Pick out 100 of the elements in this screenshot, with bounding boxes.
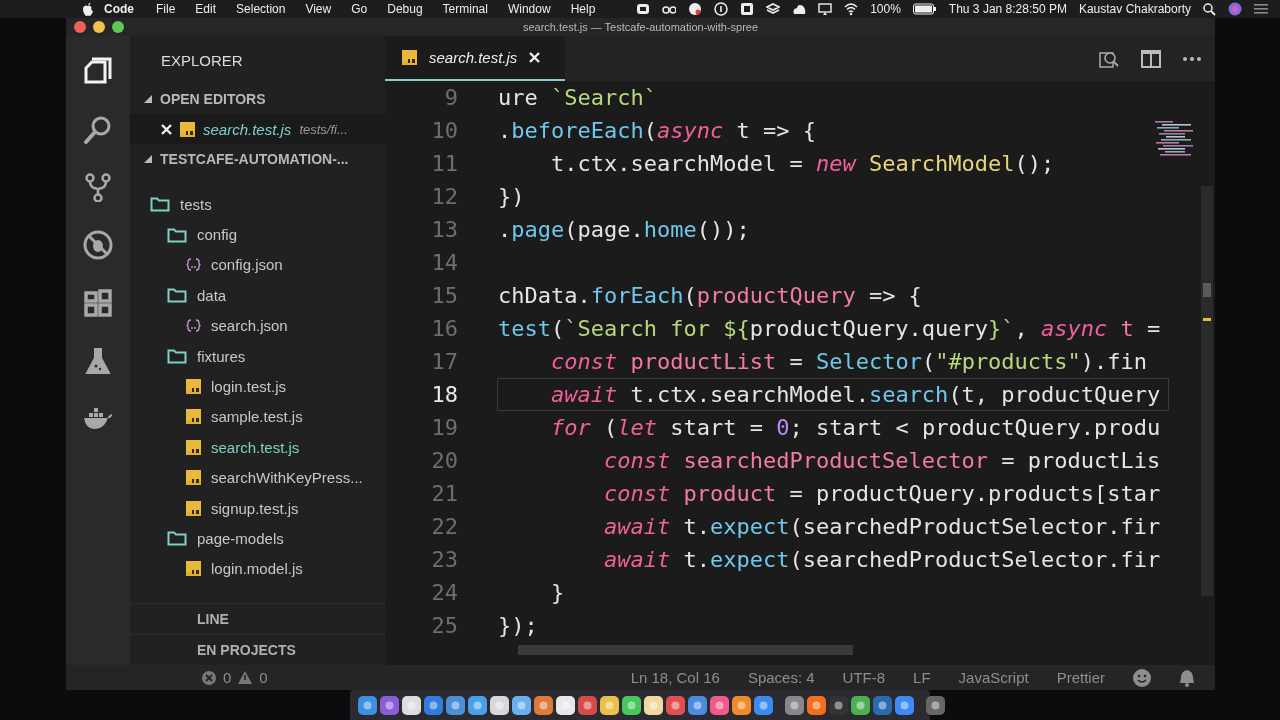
zoom-window-button[interactable] [112,21,124,33]
menu-item[interactable]: Selection [226,2,296,16]
apple-logo-icon[interactable] [82,2,94,16]
line-number: 9 [443,85,458,110]
battery-percentage: 100% [870,2,901,16]
folder-icon [167,226,187,243]
app-icon[interactable] [600,695,619,715]
status-item[interactable]: Ln 18, Col 16 [630,669,720,686]
editor-tab[interactable]: search.test.js [385,36,565,81]
close-icon[interactable] [161,123,172,135]
folder-tree-item[interactable]: tests [180,195,212,213]
section-header[interactable]: OPEN EDITORS [160,91,266,107]
files-icon[interactable] [83,56,113,86]
user-name[interactable]: Kaustav Chakraborty [1078,2,1191,16]
menu-item[interactable]: Edit [185,2,227,16]
app-icon[interactable] [785,695,804,715]
file-tree-item[interactable]: search.json [211,317,288,335]
menu-item[interactable]: Terminal [432,2,498,16]
app-icon[interactable] [732,695,751,715]
app-icon[interactable] [807,695,826,715]
more-actions-icon[interactable] [1183,56,1201,61]
split-editor-icon[interactable] [1141,49,1161,68]
app-icon[interactable] [851,695,870,715]
folder-tree-item[interactable]: page-models [197,530,284,547]
app-icon[interactable] [578,695,597,715]
collapse-triangle-icon[interactable] [144,155,152,163]
scrollbar-track[interactable] [1201,186,1213,596]
code-line: .page(page.home()); [498,217,750,242]
smiley-icon[interactable] [1133,668,1151,687]
json-file-icon [186,257,201,273]
app-icon[interactable] [688,695,707,715]
error-icon[interactable] [202,670,216,685]
search-icon[interactable] [1203,2,1216,16]
app-icon[interactable] [622,695,641,715]
folder-icon [167,530,187,547]
error-count[interactable]: 0 [223,669,232,686]
collapse-triangle-icon[interactable] [144,95,152,103]
folder-tree-item[interactable]: fixtures [197,347,246,365]
file-tree-item[interactable]: login.model.js [211,560,303,578]
status-item[interactable]: JavaScript [958,669,1029,686]
search-icon[interactable] [83,114,113,144]
file-tree-item[interactable]: sample.test.js [211,408,303,426]
debug-icon[interactable] [83,230,113,260]
app-icon[interactable] [534,695,553,715]
horizontal-scrollbar-thumb[interactable] [518,645,853,655]
menu-item[interactable]: View [295,2,342,16]
close-window-button[interactable] [74,21,86,33]
folder-tree-item[interactable]: data [197,286,227,304]
app-icon[interactable] [446,695,465,715]
app-icon[interactable] [644,695,663,715]
app-icon[interactable] [424,695,443,715]
app-icon[interactable] [895,695,914,715]
status-item[interactable]: LF [913,669,931,686]
list-icon[interactable] [1254,3,1268,15]
siri-icon[interactable] [1228,2,1242,16]
app-icon[interactable] [754,695,773,715]
minimize-window-button[interactable] [93,21,105,33]
section-header[interactable]: TESTCAFE-AUTOMATION-... [160,151,349,167]
source-control-icon[interactable] [83,172,113,202]
warning-count[interactable]: 0 [259,669,268,686]
app-icon[interactable] [926,695,945,715]
close-icon[interactable] [529,52,541,63]
file-tree-item[interactable]: config.json [211,256,283,274]
menu-item[interactable]: Window [497,2,561,16]
line-number: 15 [430,283,458,308]
status-item[interactable]: UTF-8 [842,669,886,686]
app-icon[interactable] [402,695,421,715]
menu-clock[interactable]: Thu 3 Jan 8:28:50 PM [948,2,1067,16]
menu-item[interactable]: Debug [377,2,433,16]
file-tree-item[interactable]: searchWithKeyPress... [211,469,363,487]
extensions-icon[interactable] [83,288,113,318]
section-header[interactable]: LINE [197,611,229,627]
app-icon[interactable] [490,695,509,715]
file-tree-item[interactable]: search.test.js [211,438,300,456]
section-header[interactable]: EN PROJECTS [197,642,296,658]
folder-tree-item[interactable]: config [197,226,238,244]
app-icon[interactable] [710,695,729,715]
menu-item[interactable]: Help [560,2,606,16]
code-line: const product = productQuery.products[star [602,481,1161,506]
flask-icon[interactable] [83,346,113,376]
app-icon[interactable] [468,695,487,715]
app-icon[interactable] [873,695,892,715]
file-tree-item[interactable]: signup.test.js [211,499,299,517]
menu-item[interactable]: File [146,2,186,16]
status-item[interactable]: Prettier [1056,669,1105,686]
app-icon[interactable] [380,695,399,715]
bell-icon[interactable] [1179,668,1195,687]
app-icon[interactable] [666,695,685,715]
code-line: const searchedProductSelector = productLis [602,448,1161,473]
status-item[interactable]: Spaces: 4 [747,669,815,686]
open-editor-item[interactable]: search.test.js [203,120,292,138]
js-file-icon [186,439,201,455]
line-number: 14 [430,250,458,275]
app-menu[interactable]: Code [94,2,146,16]
menu-item[interactable]: Go [341,2,378,16]
app-icon[interactable] [556,695,575,715]
app-icon[interactable] [358,695,377,715]
warning-icon[interactable] [238,671,253,684]
app-icon[interactable] [512,695,531,715]
file-tree-item[interactable]: login.test.js [211,378,287,396]
